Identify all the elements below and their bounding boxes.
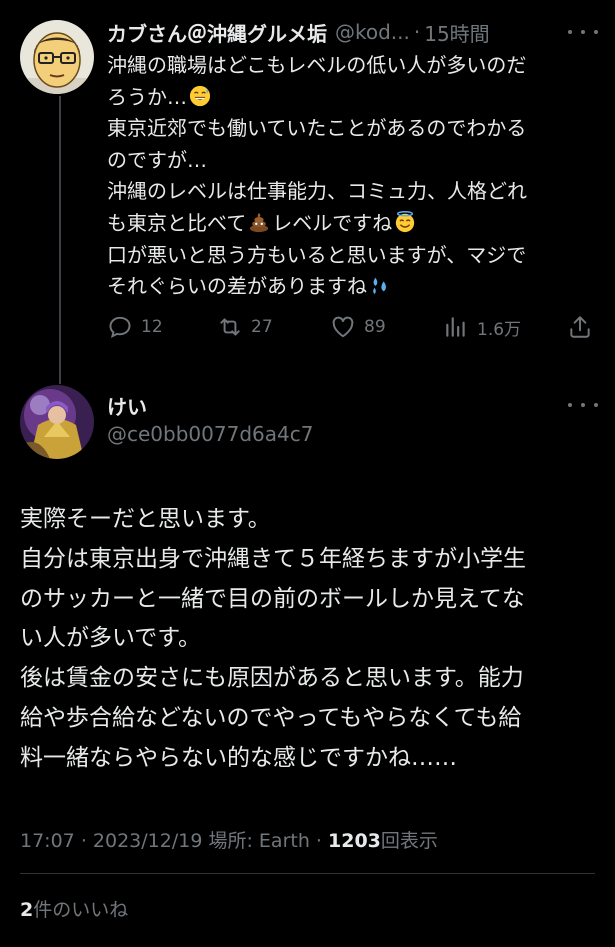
tweet-line: それぐらいの差がありますね xyxy=(107,271,597,303)
location-value: Earth xyxy=(258,830,310,852)
heart-icon xyxy=(332,316,354,338)
location-label: 場所: xyxy=(208,830,253,852)
thread-connector-line xyxy=(59,96,61,384)
more-options-icon[interactable] xyxy=(568,20,598,44)
reply-avatar[interactable] xyxy=(20,385,94,459)
like-count: 89 xyxy=(364,317,386,337)
views-label: 回表示 xyxy=(380,830,438,852)
tweet-header: カブさん＠沖縄グルメ垢 @kod... · 15時間 xyxy=(107,16,597,48)
tweet-actions: 12 27 89 1.6万 xyxy=(107,312,597,342)
reply-line: 実際そーだと思います。 xyxy=(20,506,271,532)
author-name[interactable]: カブさん＠沖縄グルメ垢 xyxy=(107,18,327,47)
halo-emoji xyxy=(396,210,415,233)
tweet-line: 沖縄の職場はどこもレベルの低い人が多いのだ xyxy=(107,53,527,77)
reply-icon xyxy=(109,316,131,339)
reply-count: 12 xyxy=(141,317,163,337)
reply-line: 料一緒ならやらない的な感じですかね…… xyxy=(20,744,457,771)
tweet-text: 沖縄の職場はどこもレベルの低い人が多いのだ ろうか… 東京近郊でも働いていたこと… xyxy=(107,50,597,303)
more-options-icon[interactable] xyxy=(568,393,598,417)
reply-line: 後は賃金の安さにも原因があると思います。能力 xyxy=(20,665,524,692)
likes-count: 2 xyxy=(20,899,34,921)
views-count: 1203 xyxy=(328,830,381,852)
sweat-droplets-emoji xyxy=(373,277,386,295)
reply-line: 自分は東京出身で沖縄きて５年経ちますが小学生 xyxy=(20,545,526,572)
post-date[interactable]: 2023/12/19 xyxy=(93,830,203,852)
separator-dot: · xyxy=(80,830,87,852)
separator-dot: · xyxy=(413,20,421,44)
poop-emoji xyxy=(250,212,269,233)
tweet-time[interactable]: 15時間 xyxy=(424,18,489,47)
like-button[interactable]: 89 xyxy=(330,312,386,342)
avatar[interactable] xyxy=(20,20,94,94)
tweet-line: 口が悪いと思う方もいると思いますが、マジで xyxy=(107,242,527,267)
retweet-count: 27 xyxy=(251,317,273,337)
likes-label: 件のいいね xyxy=(33,899,129,921)
retweet-button[interactable]: 27 xyxy=(217,312,273,342)
retweet-icon xyxy=(220,318,240,336)
tweet-line: のですが… xyxy=(107,147,207,172)
reply-line: 給や歩合給などないのでやってもやらなくても給 xyxy=(20,704,522,731)
reply-author-name[interactable]: けい xyxy=(107,391,147,420)
author-handle[interactable]: @kod... xyxy=(335,20,410,44)
tweet-line: 沖縄のレベルは仕事能力、コミュ力、人格どれ xyxy=(107,179,527,204)
analytics-icon xyxy=(446,317,465,337)
reply-line: のサッカーと一緒で目の前のボールしか見えてな xyxy=(20,585,525,612)
reply-author-handle[interactable]: @ce0bb0077d6a4c7 xyxy=(107,422,313,446)
view-count: 1.6万 xyxy=(477,319,522,340)
tweet-line: も東京と比べて レベルですね xyxy=(107,208,597,240)
reply-text: 実際そーだと思います。 自分は東京出身で沖縄きて５年経ちますが小学生 のサッカー… xyxy=(20,500,600,779)
reply-line: い人が多いです。 xyxy=(20,625,202,652)
views-button[interactable]: 1.6万 xyxy=(443,312,521,342)
share-button[interactable] xyxy=(567,312,593,342)
likes-summary[interactable]: 2件のいいね xyxy=(20,895,128,922)
tweet-line: 東京近郊でも働いていたことがあるのでわかる xyxy=(107,116,527,141)
share-icon xyxy=(570,316,590,338)
reply-meta: 17:07 · 2023/12/19 場所: Earth · 1203回表示 xyxy=(20,826,438,853)
reply-button[interactable]: 12 xyxy=(107,312,163,342)
grinning-sweat-emoji xyxy=(189,85,211,106)
divider xyxy=(20,873,595,874)
post-time[interactable]: 17:07 xyxy=(20,830,75,852)
separator-dot: · xyxy=(315,830,322,852)
tweet-line: ろうか… xyxy=(107,82,597,114)
